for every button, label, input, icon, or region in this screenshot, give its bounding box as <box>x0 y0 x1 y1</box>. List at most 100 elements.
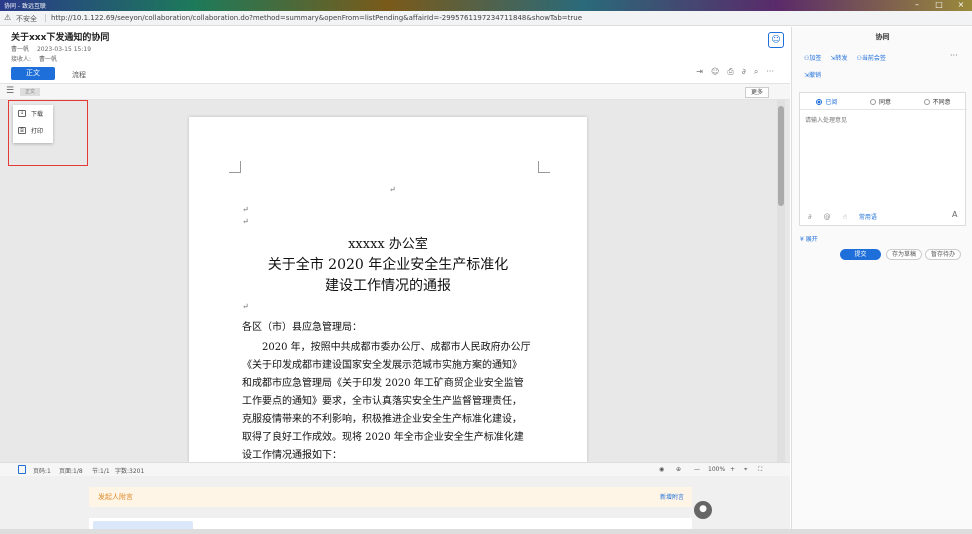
radio-disagree[interactable]: 不同意 <box>923 97 951 106</box>
attitude-radio-group: 已阅 同意 不同意 <box>800 97 967 106</box>
url-text[interactable]: http://10.1.122.69/seeyon/collaboration/… <box>51 14 582 22</box>
insecure-label[interactable]: 不安全 <box>16 14 37 24</box>
sender-meta: 曹一帆 2023-03-15 15:19 <box>11 44 97 53</box>
chat-icon[interactable]: ● <box>694 501 712 519</box>
mention-icon[interactable]: @ <box>824 213 831 221</box>
warning-icon[interactable]: ⚠ <box>4 13 11 22</box>
common-phrases-link[interactable]: 常用语 <box>859 212 877 221</box>
pause-todo-button[interactable]: 暂存待办 <box>925 249 961 260</box>
radio-dot <box>816 99 823 105</box>
doc-body-line: 2020 年，按照中共成都市委办公厅、成都市人民政府办公厅 <box>242 342 531 353</box>
document-toolbar: ☰ 正文 更多 <box>0 84 790 100</box>
sender-note-title: 发起人附言 <box>98 493 133 501</box>
receiver-meta: 接收人: 曹一帆 <box>11 54 63 63</box>
robot-assistant-icon[interactable]: ☺ <box>768 32 784 48</box>
minimize-icon[interactable]: – <box>906 0 928 11</box>
radio-label: 不同意 <box>932 99 951 106</box>
radio-label: 已阅 <box>825 99 838 106</box>
close-icon[interactable]: × <box>950 0 972 11</box>
hamburger-dropdown: ↓ 下载 ⎙ 打印 <box>13 105 53 143</box>
receiver-name: 曹一帆 <box>38 56 57 63</box>
comment-icon[interactable]: ☺ <box>711 67 719 77</box>
tab-flow[interactable]: 流程 <box>72 70 86 80</box>
more-icon[interactable]: ··· <box>766 67 774 77</box>
sender-note-bar: 发起人附言 新增附言 <box>89 487 692 507</box>
opinion-divider <box>800 109 967 110</box>
fullscreen-icon[interactable]: ⛶ <box>758 466 762 474</box>
add-note-link[interactable]: 新增附言 <box>660 492 684 501</box>
countersign-button[interactable]: ⚇当前会签 <box>856 53 885 62</box>
doc-title-line1: 关于全市 2020 年企业安全生产标准化 <box>267 257 509 273</box>
doc-body-line: 工作要点的通知》要求，全市认真落实安全生产监督管理责任， <box>242 396 522 407</box>
browser-title-bar: 协同 - 致远互联 – □ × <box>0 0 972 11</box>
paragraph-mark: ↵ <box>242 205 249 214</box>
printer-icon: ⎙ <box>18 127 26 134</box>
tab-body[interactable]: 正文 <box>11 67 55 80</box>
menu-item-download[interactable]: ↓ 下载 <box>13 105 53 122</box>
eye-icon[interactable]: ◉ <box>659 466 664 473</box>
address-bar[interactable]: ⚠ 不安全 | http://10.1.122.69/seeyon/collab… <box>0 11 972 26</box>
panel-title: 协同 <box>875 33 890 41</box>
paragraph-mark: ↵ <box>389 185 396 194</box>
page-corner-mark <box>538 161 550 173</box>
add-sign-button[interactable]: ⚇加签 <box>804 53 821 62</box>
attachment-icon[interactable]: ∂ <box>742 67 746 77</box>
opinion-input[interactable] <box>805 115 961 201</box>
expand-toggle[interactable]: ¥ 展开 <box>800 234 818 243</box>
paragraph-mark: ↵ <box>242 302 249 311</box>
radio-agree[interactable]: 同意 <box>869 97 891 106</box>
status-bar: 页码:1 页面:1/8 节:1/1 字数:3201 ◉ ⊕ — 100% + ⌖… <box>0 462 790 476</box>
menu-item-label: 下载 <box>31 111 44 118</box>
doc-salutation: 各区（市）县应急管理局： <box>242 322 362 333</box>
fit-page-icon[interactable]: ⌖ <box>744 466 747 474</box>
menu-item-print[interactable]: ⎙ 打印 <box>13 122 53 139</box>
panel-action-row: ⚇加签 ⇲转发 ⚇当前会签 <box>804 53 886 62</box>
search-icon[interactable]: ⌕ <box>754 67 758 77</box>
collab-panel: 协同 ⚇加签 ⇲转发 ⚇当前会签 ··· ⇲撤销 已阅 同意 不同意 ∂ @ ☝… <box>791 27 972 529</box>
doc-title-line2: 建设工作情况的通报 <box>325 278 451 294</box>
radio-dot <box>869 99 876 105</box>
doc-body-line: 《关于印发成都市建设国家安全发展示范城市实施方案的通知》 <box>242 360 522 371</box>
thumbs-up-icon[interactable]: ☝ <box>843 213 847 221</box>
more-button[interactable]: 更多 <box>745 87 769 98</box>
doc-organization: xxxxx 办公室 <box>348 237 428 252</box>
radio-dot <box>923 99 930 105</box>
save-draft-button[interactable]: 存为草稿 <box>886 249 922 260</box>
document-scrollbar[interactable] <box>777 100 785 462</box>
radio-read[interactable]: 已阅 <box>816 97 837 106</box>
font-style-icon[interactable]: A <box>952 210 957 219</box>
zoom-level: 100% <box>708 466 726 473</box>
doc-outline-icon[interactable] <box>18 465 26 474</box>
hamburger-menu-icon[interactable]: ☰ <box>6 86 14 96</box>
maximize-icon[interactable]: □ <box>928 0 950 11</box>
status-word-count: 字数:3201 <box>115 468 145 475</box>
radio-label: 同意 <box>878 99 891 106</box>
zoom-out-icon[interactable]: — <box>694 466 700 473</box>
forward-button[interactable]: ⇲转发 <box>830 53 847 62</box>
globe-icon[interactable]: ⊕ <box>676 466 681 473</box>
opinion-tools: ∂ @ ☝ 常用语 <box>808 212 877 222</box>
menu-item-label: 打印 <box>31 128 44 135</box>
status-page: 页码:1 <box>33 468 51 475</box>
doc-body-line: 和成都市应急管理局《关于印发 2020 年工矿商贸企业安全监管 <box>242 378 524 389</box>
zoom-in-icon[interactable]: + <box>730 466 735 473</box>
receiver-label: 接收人: <box>11 56 32 63</box>
sender-name: 曹一帆 <box>11 46 30 53</box>
submit-button[interactable]: 提交 <box>840 249 881 260</box>
header-icon-group: ⇥ ☺ ⎙ ∂ ⌕ ··· <box>696 67 774 77</box>
highlight-box: ↓ 下载 ⎙ 打印 <box>8 100 88 166</box>
action-label: 转发 <box>835 55 848 62</box>
browser-tab-title[interactable]: 协同 - 致远互联 <box>4 1 46 10</box>
doc-body-line: 克服疫情带来的不利影响，积极推进企业安全生产标准化建设， <box>242 414 522 425</box>
withdraw-button[interactable]: ⇲撤销 <box>804 70 821 79</box>
action-label: 撤销 <box>809 72 822 79</box>
paperclip-icon[interactable]: ∂ <box>808 213 812 221</box>
doc-mode-tag[interactable]: 正文 <box>20 88 40 96</box>
scroll-thumb[interactable] <box>778 106 784 206</box>
taskbar <box>0 529 972 534</box>
action-label: 当前会签 <box>861 55 886 62</box>
export-icon[interactable]: ⇥ <box>696 67 703 77</box>
panel-more-icon[interactable]: ··· <box>950 51 958 60</box>
collab-header: 关于xxx下发通知的协同 曹一帆 2023-03-15 15:19 接收人: 曹… <box>0 27 790 84</box>
print-icon[interactable]: ⎙ <box>727 67 733 77</box>
